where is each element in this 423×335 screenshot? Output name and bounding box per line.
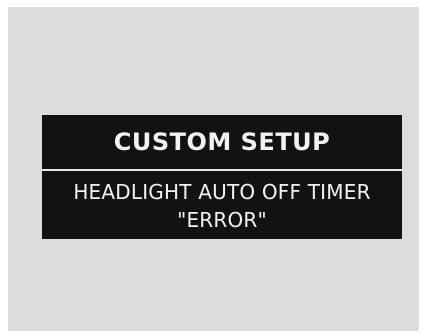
message-line-1: HEADLIGHT AUTO OFF TIMER — [73, 180, 371, 204]
title-divider — [42, 169, 402, 171]
info-display-panel: CUSTOM SETUP HEADLIGHT AUTO OFF TIMER "E… — [42, 115, 402, 239]
error-message: HEADLIGHT AUTO OFF TIMER "ERROR" — [42, 173, 402, 239]
message-line-2: "ERROR" — [177, 208, 267, 232]
display-title: CUSTOM SETUP — [113, 128, 331, 156]
screen-frame: CUSTOM SETUP HEADLIGHT AUTO OFF TIMER "E… — [8, 7, 419, 331]
